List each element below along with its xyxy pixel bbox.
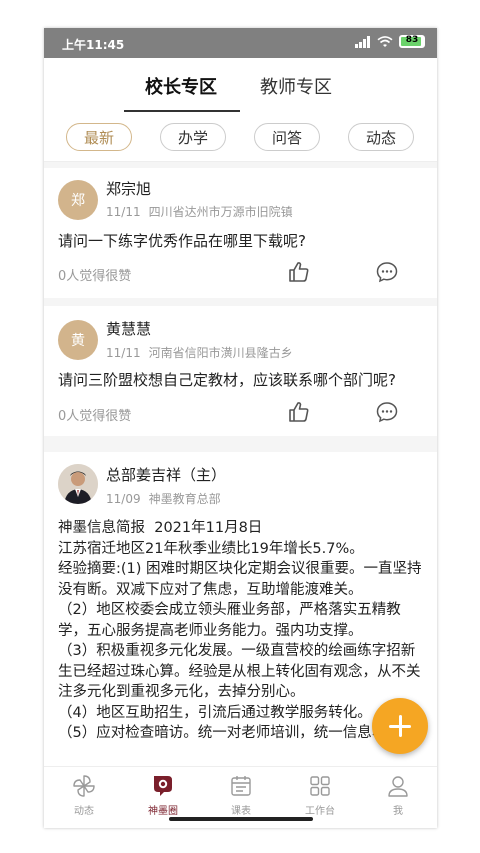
filter-qa[interactable]: 问答 <box>254 123 320 151</box>
post-line: （2）地区校委会成立领头雁业务部，严格落实五精教学，五心服务提高老师业务能力。强… <box>58 602 401 639</box>
avatar[interactable]: 郑 <box>58 180 98 220</box>
comment-icon[interactable] <box>375 400 399 424</box>
post-author[interactable]: 郑宗旭 <box>106 178 151 199</box>
nav-label: 工作台 <box>305 806 335 817</box>
filter-news[interactable]: 动态 <box>348 123 414 151</box>
post-meta: 11/11 河南省信阳市潢川县隆古乡 <box>106 344 301 361</box>
post-location: 四川省达州市万源市旧院镇 <box>148 205 293 219</box>
thumbs-up-icon[interactable] <box>287 400 311 424</box>
status-icons: 83 <box>355 35 425 48</box>
chat-bubble-icon <box>154 776 172 796</box>
avatar-photo[interactable] <box>58 464 98 504</box>
person-photo-icon <box>58 464 98 504</box>
post-location: 神墨教育总部 <box>148 492 221 506</box>
nav-dynamics[interactable]: 动态 <box>54 773 114 817</box>
post-line: 江苏宿迁地区21年秋季业绩比19年增长5.7%。 <box>58 540 364 557</box>
post-line: 神墨信息简报 2021年11月8日 <box>58 520 263 536</box>
tab-underline <box>124 110 240 112</box>
nav-schedule[interactable]: 课表 <box>211 773 271 817</box>
like-count: 0人觉得很赞 <box>58 269 132 284</box>
avatar[interactable]: 黄 <box>58 320 98 360</box>
post-location: 河南省信阳市潢川县隆古乡 <box>148 346 293 360</box>
nav-circle[interactable]: 神墨圈 <box>133 773 193 817</box>
nav-label: 课表 <box>231 806 251 817</box>
tab-teacher[interactable]: 教师专区 <box>260 73 332 99</box>
like-count: 0人觉得很赞 <box>58 409 132 424</box>
post-body[interactable]: 神墨信息简报 2021年11月8日 江苏宿迁地区21年秋季业绩比19年增长5.7… <box>58 518 428 744</box>
battery-icon: 83 <box>399 35 425 48</box>
post-card[interactable]: 黄 黄慧慧 11/11 河南省信阳市潢川县隆古乡 请问三阶盟校想自己定教材，应该联… <box>44 306 437 436</box>
status-time: 上午11:45 <box>62 38 125 52</box>
post-date: 11/11 <box>106 346 141 360</box>
post-author[interactable]: 总部姜吉祥（主） <box>106 464 226 485</box>
pinwheel-icon <box>73 775 95 797</box>
post-meta: 11/09 神墨教育总部 <box>106 490 229 507</box>
nav-label: 我 <box>393 806 403 817</box>
home-indicator[interactable] <box>169 817 313 821</box>
post-question[interactable]: 请问三阶盟校想自己定教材，应该联系哪个部门呢? <box>58 369 396 390</box>
grid-icon <box>310 776 330 796</box>
signal-icon <box>355 35 371 48</box>
post-line: （3）积极重视多元化发展。一级直营校的绘画练字招新生已经超过珠心算。经验是从根上… <box>58 643 421 700</box>
nav-label: 动态 <box>74 806 94 817</box>
battery-text: 83 <box>405 35 419 45</box>
post-card[interactable]: 郑 郑宗旭 11/11 四川省达州市万源市旧院镇 请问一下练字优秀作品在哪里下载呢… <box>44 168 437 298</box>
wifi-icon <box>377 35 393 47</box>
nav-label: 神墨圈 <box>148 806 178 817</box>
post-date: 11/11 <box>106 205 141 219</box>
add-post-button[interactable] <box>372 698 428 754</box>
person-icon <box>388 776 408 797</box>
post-line: 经验摘要:(1) 困难时期区块化定期会议很重要。一直坚持没有断。双减下应对了焦虑… <box>58 561 422 598</box>
calendar-icon <box>231 776 251 796</box>
thumbs-up-icon[interactable] <box>287 260 311 284</box>
nav-me[interactable]: 我 <box>368 773 428 817</box>
filter-bar: 最新 办学 问答 动态 <box>44 114 437 162</box>
filter-latest[interactable]: 最新 <box>66 123 132 151</box>
post-meta: 11/11 四川省达州市万源市旧院镇 <box>106 203 301 220</box>
status-bar: 上午11:45 83 <box>44 28 437 58</box>
comment-icon[interactable] <box>375 260 399 284</box>
post-date: 11/09 <box>106 492 141 506</box>
post-question[interactable]: 请问一下练字优秀作品在哪里下载呢? <box>58 230 306 251</box>
nav-workbench[interactable]: 工作台 <box>290 773 350 817</box>
tab-principal[interactable]: 校长专区 <box>145 73 217 99</box>
post-author[interactable]: 黄慧慧 <box>106 318 151 339</box>
filter-school[interactable]: 办学 <box>160 123 226 151</box>
phone-screen: 上午11:45 83 校长专区 教师专区 最新 办学 问答 动态 郑 郑宗旭 1… <box>44 28 437 828</box>
top-tabs: 校长专区 教师专区 <box>44 58 437 114</box>
